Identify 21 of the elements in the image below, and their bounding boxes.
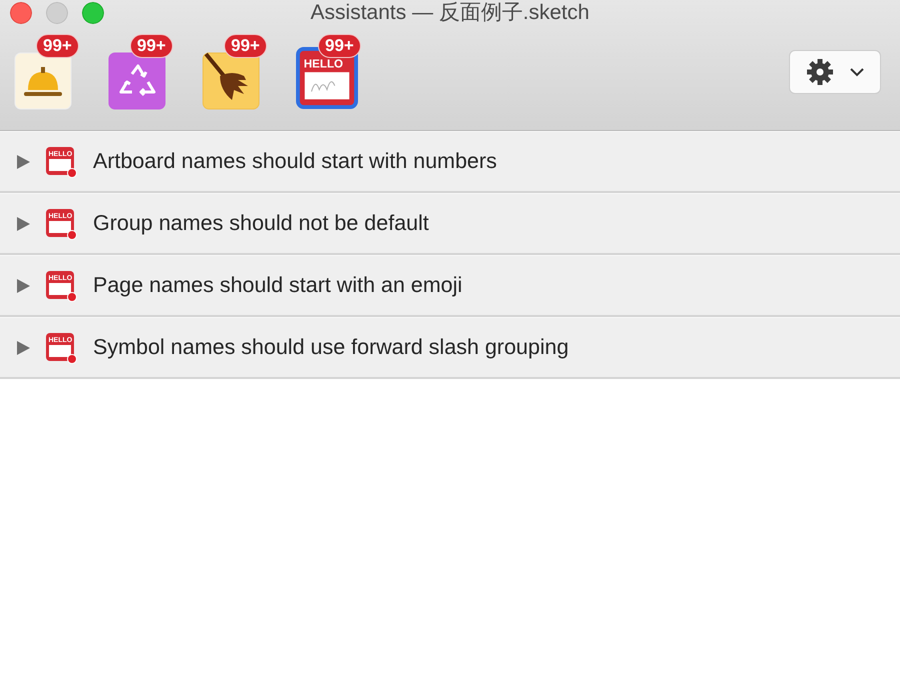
disclosure-triangle-icon[interactable] xyxy=(15,154,31,170)
chevron-down-icon xyxy=(848,67,864,77)
window-title: Assistants — 反面例子.sketch xyxy=(310,0,590,26)
bell-icon[interactable] xyxy=(14,52,72,110)
disclosure-triangle-icon[interactable] xyxy=(15,216,31,232)
disclosure-triangle-icon[interactable] xyxy=(15,340,31,356)
zoom-button[interactable] xyxy=(82,2,104,24)
rule-label: Group names should not be default xyxy=(93,211,429,236)
broom-icon[interactable] xyxy=(202,52,260,110)
close-button[interactable] xyxy=(10,2,32,24)
count-badge: 99+ xyxy=(318,34,361,58)
count-badge: 99+ xyxy=(224,34,267,58)
count-badge: 99+ xyxy=(36,34,79,58)
recycle-icon[interactable] xyxy=(108,52,166,110)
settings-icon xyxy=(806,58,834,86)
rule-label: Artboard names should start with numbers xyxy=(93,149,497,174)
count-badge: 99+ xyxy=(130,34,173,58)
rule-label: Symbol names should use forward slash grouping xyxy=(93,335,569,360)
rule-label: Page names should start with an emoji xyxy=(93,273,462,298)
settings-button[interactable] xyxy=(789,50,881,94)
disclosure-triangle-icon[interactable] xyxy=(15,278,31,294)
